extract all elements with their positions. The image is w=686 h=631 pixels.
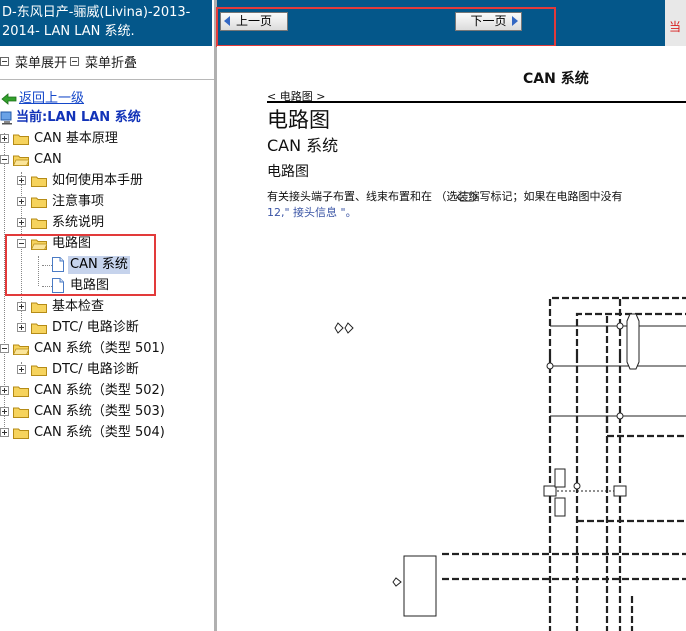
doc-heading-2: CAN 系统 [267,136,339,155]
folder-icon [13,134,29,145]
sidebar-title-line2: 2014- LAN LAN 系统. [2,24,135,39]
expand-plus-icon[interactable] [17,302,26,311]
expand-plus-icon[interactable] [17,176,26,185]
folder-icon [31,176,47,187]
folder-icon [13,428,29,439]
doc-paragraph-link[interactable]: 12," 接头信息 "。 [267,204,357,220]
sidebar-divider [0,79,214,80]
back-arrow-icon [1,93,17,105]
tree-item-label[interactable]: 如何使用本手册 [52,172,143,190]
folder-icon [31,302,47,313]
tree-item-label[interactable]: CAN 系统（类型 502) [34,382,165,400]
expand-plus-icon[interactable] [17,365,26,374]
toolbar-corner-text: 当 [669,20,682,34]
doc-header-title: CAN 系统 [523,71,589,87]
menu-collapse-icon [70,57,79,66]
tree-item-label[interactable]: CAN 系统（类型 501) [34,340,165,358]
tree-item-label[interactable]: CAN [34,151,62,169]
folder-icon [13,407,29,418]
document-view[interactable]: CAN 系统 < 电路图 > 电路图 CAN 系统 电路图 有关接头端子布置、线… [217,46,686,631]
wiring-diagram [334,296,686,631]
sidebar-title-line1: D-东风日产-骊威(Livina)-2013- [2,5,191,20]
expand-plus-icon[interactable] [17,323,26,332]
hexagon-symbol-icon [456,192,478,202]
tree-item-label[interactable]: CAN 系统（类型 504) [34,424,165,442]
tree-item-label[interactable]: DTC/ 电路诊断 [52,319,139,337]
sidebar-title: D-东风日产-骊威(Livina)-2013- 2014- LAN LAN 系统… [0,0,212,46]
expand-plus-icon[interactable] [0,407,9,416]
doc-paragraph: 有关接头端子布置、线束布置和在 （选装缩写标记；如果在电路图中没有 [267,190,623,203]
expand-plus-icon[interactable] [0,428,9,437]
tree-item-label[interactable]: DTC/ 电路诊断 [52,361,139,379]
folder-icon [31,197,47,208]
sidebar: D-东风日产-骊威(Livina)-2013- 2014- LAN LAN 系统… [0,0,214,631]
folder-icon [31,365,47,376]
folder-icon [31,218,47,229]
menu-expand-icon [0,57,9,66]
highlight-box-nav [216,7,556,47]
tree-item-label[interactable]: 系统说明 [52,214,104,232]
collapse-minus-icon[interactable] [0,344,9,353]
expand-plus-icon[interactable] [0,386,9,395]
collapse-minus-icon[interactable] [0,155,9,164]
menu-expand-button[interactable]: 菜单展开 [0,52,67,71]
open-folder-icon [13,344,29,355]
folder-icon [31,323,47,334]
expand-plus-icon[interactable] [17,197,26,206]
tree-item-label[interactable]: CAN 基本原理 [34,130,118,148]
computer-icon [0,111,12,125]
open-folder-icon [13,155,29,166]
tree-item-label[interactable]: 注意事项 [52,193,104,211]
folder-icon [13,386,29,397]
expand-plus-icon[interactable] [0,134,9,143]
tree-item-label[interactable]: 基本检查 [52,298,104,316]
back-link[interactable]: 返回上一级 [19,90,84,108]
doc-heading-3: 电路图 [267,164,309,180]
highlight-box-tree [5,234,156,296]
expand-plus-icon[interactable] [17,218,26,227]
doc-heading-1: 电路图 [267,108,330,132]
tree-item-label[interactable]: CAN 系统（类型 503) [34,403,165,421]
doc-header-rule [267,101,686,103]
menu-collapse-button[interactable]: 菜单折叠 [70,52,137,71]
current-location: 当前:LAN LAN 系统 [16,110,141,125]
